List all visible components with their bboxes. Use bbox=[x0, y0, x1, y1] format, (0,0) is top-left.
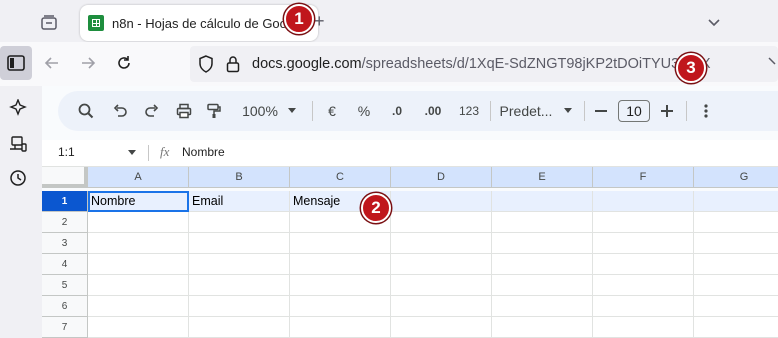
url-path: /spreadsheets/d/1XqE-SdZNGT98jKP2tDOiTYU… bbox=[361, 56, 711, 72]
sheets-toolbar: 100% € % .0 .00 123 Predet... 10 bbox=[58, 91, 778, 131]
browser-tab-active[interactable]: n8n - Hojas de cálculo de Goog bbox=[80, 5, 318, 41]
format-currency-button[interactable]: € bbox=[320, 91, 344, 131]
sidebar-toggle-button[interactable] bbox=[0, 46, 32, 80]
url-host: docs.google.com bbox=[252, 56, 362, 72]
row-header-1[interactable]: 1 bbox=[42, 191, 88, 212]
sidebar-icon bbox=[7, 55, 25, 71]
increase-decimal-button[interactable]: .00 bbox=[418, 91, 448, 131]
decrease-decimal-button[interactable]: .0 bbox=[384, 91, 410, 131]
history-icon[interactable] bbox=[8, 168, 28, 188]
undo-icon[interactable] bbox=[106, 91, 134, 131]
reload-icon[interactable] bbox=[114, 53, 134, 73]
zoom-dropdown-arrow-icon[interactable] bbox=[284, 91, 300, 131]
toolbar-divider bbox=[584, 101, 585, 121]
back-arrow-icon[interactable] bbox=[42, 53, 62, 73]
column-header-c[interactable]: C bbox=[290, 167, 391, 188]
cell-f1[interactable] bbox=[593, 191, 694, 212]
redo-icon[interactable] bbox=[138, 91, 166, 131]
print-icon[interactable] bbox=[170, 91, 198, 131]
increase-font-size-button[interactable] bbox=[656, 91, 678, 131]
callout-badge-1: 1 bbox=[284, 4, 314, 34]
spreadsheet-content: 100% € % .0 .00 123 Predet... 10 1:1 fx bbox=[42, 86, 778, 338]
download-icon[interactable] bbox=[768, 56, 778, 75]
row-header-3[interactable]: 3 bbox=[42, 233, 88, 254]
row-header-7[interactable]: 7 bbox=[42, 317, 88, 338]
toolbar-divider bbox=[686, 101, 687, 121]
format-percent-button[interactable]: % bbox=[352, 91, 376, 131]
row-header-6[interactable]: 6 bbox=[42, 296, 88, 317]
ai-chatbot-icon[interactable] bbox=[8, 98, 28, 118]
formula-bar: 1:1 fx Nombre bbox=[42, 140, 778, 167]
cell-a1[interactable]: Nombre bbox=[88, 191, 189, 212]
font-size-input[interactable]: 10 bbox=[618, 100, 650, 122]
column-header-g[interactable]: G bbox=[694, 167, 778, 188]
cell-d1[interactable] bbox=[391, 191, 492, 212]
fx-icon: fx bbox=[160, 144, 170, 159]
search-menu-icon[interactable] bbox=[72, 91, 100, 131]
column-header-a[interactable]: A bbox=[88, 167, 189, 188]
row-header-5[interactable]: 5 bbox=[42, 275, 88, 296]
cell-g1[interactable] bbox=[694, 191, 778, 212]
lock-icon[interactable] bbox=[226, 55, 240, 78]
toolbar-divider bbox=[312, 101, 313, 121]
name-box-dropdown-icon[interactable] bbox=[128, 150, 136, 155]
column-header-e[interactable]: E bbox=[492, 167, 593, 188]
font-dropdown-arrow-icon[interactable] bbox=[560, 91, 576, 131]
navigation-bar: docs.google.com/spreadsheets/d/1XqE-SdZN… bbox=[0, 42, 778, 87]
forward-arrow-icon[interactable] bbox=[78, 53, 98, 73]
decrease-font-size-button[interactable] bbox=[590, 91, 612, 131]
number-format-button[interactable]: 123 bbox=[454, 91, 484, 131]
column-header-f[interactable]: F bbox=[593, 167, 694, 188]
url-text: docs.google.com/spreadsheets/d/1XqE-SdZN… bbox=[252, 56, 711, 72]
new-tab-button[interactable]: + bbox=[314, 11, 325, 31]
paint-format-icon[interactable] bbox=[200, 91, 228, 131]
column-header-b[interactable]: B bbox=[189, 167, 290, 188]
more-vert-icon[interactable] bbox=[696, 91, 716, 131]
row-header-2[interactable]: 2 bbox=[42, 212, 88, 233]
callout-badge-3: 3 bbox=[676, 53, 706, 83]
empty-cells-area[interactable] bbox=[88, 212, 778, 338]
synced-tabs-icon[interactable] bbox=[8, 134, 28, 154]
zoom-select[interactable]: 100% bbox=[238, 91, 282, 131]
formula-divider bbox=[148, 145, 149, 161]
select-all-corner[interactable] bbox=[42, 167, 88, 188]
cell-e1[interactable] bbox=[492, 191, 593, 212]
formula-input[interactable]: Nombre bbox=[182, 145, 225, 159]
shield-icon[interactable] bbox=[198, 55, 214, 78]
callout-badge-2: 2 bbox=[361, 193, 391, 223]
google-sheets-icon bbox=[88, 15, 104, 31]
tab-strip: n8n - Hojas de cálculo de Goog + bbox=[0, 0, 778, 42]
chevron-down-icon[interactable] bbox=[704, 12, 724, 32]
row-header-4[interactable]: 4 bbox=[42, 254, 88, 275]
tab-groups-icon[interactable] bbox=[38, 11, 60, 33]
cell-b1[interactable]: Email bbox=[189, 191, 290, 212]
font-select[interactable]: Predet... bbox=[496, 91, 556, 131]
vertical-sidebar bbox=[0, 86, 42, 331]
toolbar-divider bbox=[490, 101, 491, 121]
tab-title: n8n - Hojas de cálculo de Goog bbox=[112, 15, 295, 31]
name-box[interactable]: 1:1 bbox=[58, 145, 75, 159]
column-header-d[interactable]: D bbox=[391, 167, 492, 188]
